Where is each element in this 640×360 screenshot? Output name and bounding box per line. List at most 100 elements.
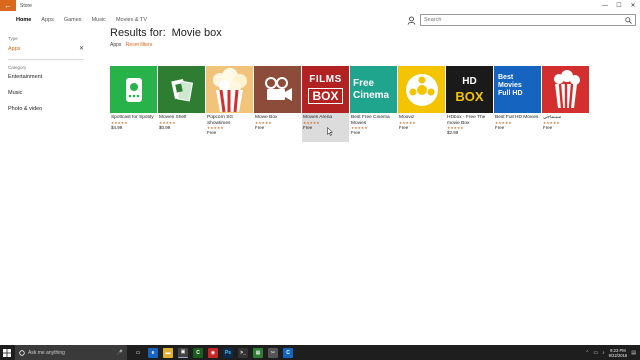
photoshop-icon[interactable]: Ps [223,347,233,358]
app-name: Spotlcast for Spotify [111,115,154,120]
close-button[interactable]: ✕ [626,0,640,11]
file-explorer-icon[interactable]: ▬ [163,347,173,358]
clear-filter-icon[interactable]: ✕ [79,45,84,52]
free-cinema-logo: Free Cinema [350,66,397,113]
app-tile-hovered[interactable]: FILMS BOX Movies Arena ★★★★★ Free [302,66,349,142]
popcorn-icon [206,66,253,113]
app-name: HDbox - Free The movie Box [447,115,486,126]
search-input[interactable]: Search [420,14,636,26]
app-price: Free [495,124,505,130]
mouse-cursor-icon [327,127,333,136]
maximize-button[interactable]: ☐ [612,0,626,11]
camtasia-icon[interactable]: C [193,347,203,358]
microphone-icon[interactable]: 🎤 [117,350,123,356]
app-tile[interactable]: Free Cinema Best Free Cinema Movies ★★★★… [350,66,397,142]
art-line-1: Free [353,77,375,89]
back-arrow-icon: ← [4,1,12,10]
battery-icon[interactable]: ▭ [593,350,598,356]
edge-icon[interactable]: e [148,347,158,358]
app-tile[interactable]: HD BOX HDbox - Free The movie Box ★★★★★ … [446,66,493,142]
category-music[interactable]: Music [8,90,84,96]
window-title: Store [20,2,32,9]
app-tile[interactable]: Mooviz ★★★★★ Free [398,66,445,142]
windows-logo-icon [3,348,11,357]
app-tile[interactable]: Movies Shelf ★★★★★ $0.99 [158,66,205,142]
tab-apps[interactable]: Apps [41,17,54,23]
cortana-icon [19,349,25,356]
results-grid: Spotlcast for Spotify ★★★★★ $4.99 Movies… [110,66,589,142]
snipping-icon[interactable]: ✂ [268,347,278,358]
search-placeholder: Search [424,17,442,23]
taskbar: Ask me anything 🎤 ▭ e ▬ ▣ C ◉ Ps >_ ▦ ✂ … [0,345,640,360]
film-reel-icon [398,66,445,113]
film-shelf-icon [158,66,205,113]
filter-pane: Type Apps ✕ Category Entertainment Music… [8,36,84,112]
chrome-icon[interactable]: ◉ [208,347,218,358]
art-line-1: FILMS [309,74,342,85]
tab-home[interactable]: Home [16,17,31,23]
hdbox-logo: HD BOX [446,66,493,113]
app-name: Popcorn SG Showtimes [207,115,234,126]
app-tile[interactable]: Popcorn SG Showtimes ★★★★★ Free [206,66,253,142]
title-bar: ← Store — ☐ ✕ [0,0,640,11]
app-price: $2.99 [447,130,459,136]
type-filter[interactable]: Apps ✕ [8,45,84,53]
app-price: Free [255,124,265,130]
films-box-logo: FILMS BOX [302,66,349,113]
app-name: Best Full HD Movies [495,115,539,120]
tab-music[interactable]: Music [92,17,106,23]
start-button[interactable] [0,345,14,360]
results-query: Movie box [171,27,222,39]
reset-filters-link[interactable]: Reset filters [126,42,152,48]
art-text: Best Movies Full HD [498,74,523,97]
app-price: Free [207,130,217,136]
divider [8,59,84,60]
clock[interactable]: 9:23 PM 9/22/2016 [609,348,628,358]
app-name: Best Free Cinema Movies [351,115,390,126]
clock-date: 9/22/2016 [608,352,628,358]
window-controls: — ☐ ✕ [598,0,640,11]
back-button[interactable]: ← [0,0,16,11]
nav-bar: Home Apps Games Music Movies & TV Search [0,11,640,29]
task-view-icon[interactable]: ▭ [133,347,143,358]
art-line-1: HD [462,75,477,87]
art-line-2: BOX [308,88,343,104]
search-icon[interactable] [625,17,632,24]
app-price: Free [303,124,313,130]
system-tray: ⌃ ▭ ♪ 9:23 PM 9/22/2016 ▤ [585,345,636,360]
app-price: $0.99 [159,124,171,130]
app-tile[interactable]: سينماجي ★★★★★ Free [542,66,589,142]
results-prefix: Results for: [110,27,166,39]
tab-movies-tv[interactable]: Movies & TV [116,17,147,23]
category-label: Category [8,65,27,70]
volume-icon[interactable]: ♪ [602,350,605,356]
app-price: Free [399,124,409,130]
user-account-icon[interactable] [407,16,416,25]
type-value[interactable]: Apps [8,46,21,52]
results-heading: Results for: Movie box [110,27,222,39]
filter-chip: Apps [110,42,122,48]
cortana-search-box[interactable]: Ask me anything 🎤 [15,345,127,360]
active-filters: Apps Reset filters [110,42,152,48]
store-icon[interactable]: ▣ [178,347,188,358]
tray-overflow-icon[interactable]: ⌃ [585,350,589,356]
art-line-2: Cinema [353,89,390,101]
projector-icon [254,66,301,113]
music-device-icon [110,66,157,113]
green-app-icon[interactable]: ▦ [253,347,263,358]
taskbar-apps: ▭ e ▬ ▣ C ◉ Ps >_ ▦ ✂ C [133,347,293,358]
minimize-button[interactable]: — [598,0,612,11]
app-price: $4.99 [111,124,123,130]
cmd-icon[interactable]: >_ [238,347,248,358]
app-tile[interactable]: Spotlcast for Spotify ★★★★★ $4.99 [110,66,157,142]
tab-games[interactable]: Games [64,17,82,23]
nav-tabs: Home Apps Games Music Movies & TV [16,17,147,23]
category-entertainment[interactable]: Entertainment [8,74,84,80]
category-photo-video[interactable]: Photo & video [8,106,84,112]
app-price: Free [351,130,361,136]
camtasia-recorder-icon[interactable]: C [283,347,293,358]
action-center-icon[interactable]: ▤ [631,350,636,356]
app-tile[interactable]: Best Movies Full HD Best Full HD Movies … [494,66,541,142]
art-line-2: BOX [455,88,484,104]
app-tile[interactable]: Movie Box ★★★★★ Free [254,66,301,142]
